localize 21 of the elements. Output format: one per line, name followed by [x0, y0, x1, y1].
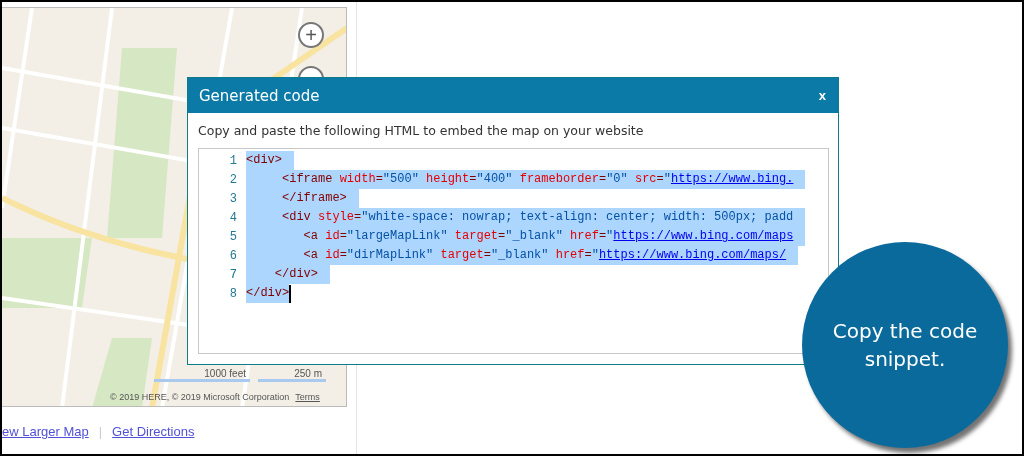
scale-label: 1000 feet [154, 368, 250, 382]
line-number: 6 [228, 248, 237, 263]
line-number: 2 [228, 172, 237, 187]
close-button[interactable]: x [816, 88, 828, 103]
scale-label: 250 m [258, 368, 326, 382]
line-number: 5 [228, 229, 237, 244]
text-cursor [289, 284, 292, 303]
larger-map-link[interactable]: ew Larger Map [2, 424, 89, 439]
instruction-text: Copy and paste the following HTML to embed the map on your website [198, 123, 645, 138]
link-separator: | [98, 424, 103, 439]
line-number: 3 [228, 191, 237, 206]
callout-text: Copy the code snippet. [831, 318, 979, 373]
map-attribution: © 2019 HERE, © 2019 Microsoft Corporation [110, 392, 290, 402]
line-number: 8 [228, 286, 237, 301]
line-number: 1 [228, 153, 237, 168]
terms-link[interactable]: Terms [295, 392, 320, 402]
dialog-title: Generated code [199, 86, 320, 105]
line-number: 4 [228, 210, 237, 225]
directions-link[interactable]: Get Directions [112, 424, 195, 439]
line-number: 7 [228, 267, 237, 282]
code-editor[interactable] [198, 148, 829, 354]
